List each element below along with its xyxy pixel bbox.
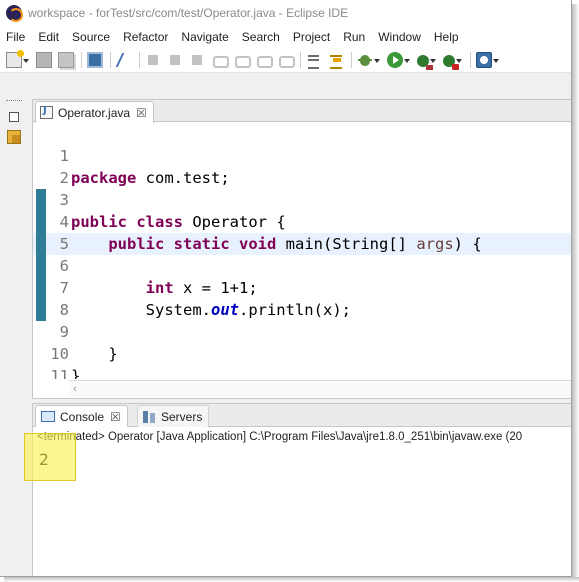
editor-tab-bar: Operator.java ☒ <box>33 100 571 123</box>
code-line: 7 System.out.println(x); <box>33 255 571 319</box>
menu-project[interactable]: Project <box>293 30 330 44</box>
new-java-package-dropdown-icon[interactable] <box>493 52 500 68</box>
menu-source[interactable]: Source <box>72 30 110 44</box>
main-toolbar <box>0 47 571 73</box>
close-icon[interactable]: ☒ <box>136 107 147 119</box>
menu-search[interactable]: Search <box>242 30 280 44</box>
new-icon[interactable] <box>6 49 24 68</box>
step-return-icon[interactable] <box>277 52 295 68</box>
coverage-icon[interactable] <box>417 54 433 70</box>
console-icon <box>41 411 55 422</box>
java-file-icon <box>40 105 53 119</box>
drop-to-frame-icon[interactable] <box>306 52 322 69</box>
console-view: Console ☒ Servers <terminated> Operator … <box>32 403 571 576</box>
drag-grip[interactable] <box>6 100 22 103</box>
save-all-icon[interactable] <box>58 51 74 68</box>
code-line: 4 public static void main(String[] args)… <box>33 189 571 253</box>
code-line-current: 6 int x = 1+1; <box>33 233 571 297</box>
save-icon[interactable] <box>36 51 52 68</box>
menu-navigate[interactable]: Navigate <box>181 30 228 44</box>
servers-icon <box>143 410 156 423</box>
external-tools-dropdown-icon[interactable] <box>456 52 463 68</box>
toolbar-separator <box>81 51 82 68</box>
minimized-view-strip <box>0 98 28 154</box>
suspend-icon[interactable] <box>167 52 183 68</box>
step-into-icon[interactable] <box>233 52 251 68</box>
menu-window[interactable]: Window <box>378 30 421 44</box>
tab-operator-java[interactable]: Operator.java ☒ <box>35 101 154 123</box>
menu-help[interactable]: Help <box>434 30 459 44</box>
new-dropdown-icon[interactable] <box>23 52 30 68</box>
console-status-line: <terminated> Operator [Java Application]… <box>37 431 523 443</box>
debug-dropdown-icon[interactable] <box>374 52 381 68</box>
window-shadow-right <box>572 4 579 582</box>
scroll-left-icon[interactable]: ‹ <box>73 382 77 396</box>
menu-run[interactable]: Run <box>343 30 365 44</box>
resume-icon[interactable] <box>145 52 161 68</box>
step-over-icon[interactable] <box>255 52 273 68</box>
toolbar-separator <box>139 51 140 68</box>
console-tab-label: Console <box>60 409 105 424</box>
new-java-package-icon[interactable] <box>476 51 492 68</box>
eclipse-logo-icon <box>6 5 23 22</box>
menu-edit[interactable]: Edit <box>38 30 59 44</box>
menu-file[interactable]: File <box>6 30 25 44</box>
code-line: 8 <box>33 277 571 319</box>
disconnect-icon[interactable] <box>211 52 229 68</box>
skip-breakpoints-icon[interactable] <box>116 52 132 68</box>
console-tab-bar: Console ☒ Servers <box>33 404 571 427</box>
menu-bar: File Edit Source Refactor Navigate Searc… <box>0 26 571 47</box>
menu-refactor[interactable]: Refactor <box>123 30 168 44</box>
coverage-dropdown-icon[interactable] <box>430 52 437 68</box>
run-icon[interactable] <box>387 51 403 68</box>
code-area[interactable]: 1 package com.test; 2 3 public class Ope… <box>33 123 571 379</box>
window-shadow-bottom <box>4 577 579 582</box>
code-line: 5 <box>33 211 571 253</box>
toolbar-separator <box>110 51 111 68</box>
code-line: 9 } <box>33 299 571 363</box>
output-highlight-annotation <box>24 433 76 481</box>
debug-icon[interactable] <box>357 52 373 68</box>
eclipse-window: workspace - forTest/src/com/test/Operato… <box>0 0 572 577</box>
toolbar-separator <box>470 51 471 68</box>
tab-console[interactable]: Console ☒ <box>35 405 128 427</box>
servers-tab-label: Servers <box>161 409 203 424</box>
tab-servers[interactable]: Servers <box>137 405 210 427</box>
toolbar-separator <box>351 51 352 68</box>
toolbar-separator <box>300 51 301 68</box>
horizontal-scrollbar[interactable]: ‹ <box>69 380 571 396</box>
code-line: 2 <box>33 145 571 187</box>
code-line: 3 public class Operator { <box>33 167 571 231</box>
title-bar: workspace - forTest/src/com/test/Operato… <box>0 0 571 26</box>
restore-icon[interactable] <box>9 112 19 122</box>
editor-tab-label: Operator.java <box>58 105 131 120</box>
use-step-filters-icon[interactable] <box>328 52 344 69</box>
window-title: workspace - forTest/src/com/test/Operato… <box>28 6 349 20</box>
external-tools-icon[interactable] <box>443 54 459 70</box>
package-explorer-icon[interactable] <box>7 130 21 144</box>
java-editor: Operator.java ☒ 1 package com.test; 2 3 … <box>32 99 571 399</box>
code-line: 12 <box>33 365 571 379</box>
run-dropdown-icon[interactable] <box>404 52 411 68</box>
terminal-icon[interactable] <box>87 51 103 68</box>
code-line: 11 <box>33 343 571 379</box>
code-line: 1 package com.test; <box>33 123 571 187</box>
close-icon[interactable]: ☒ <box>110 410 121 424</box>
code-line: 10 } <box>33 321 571 379</box>
terminate-icon[interactable] <box>189 52 205 68</box>
